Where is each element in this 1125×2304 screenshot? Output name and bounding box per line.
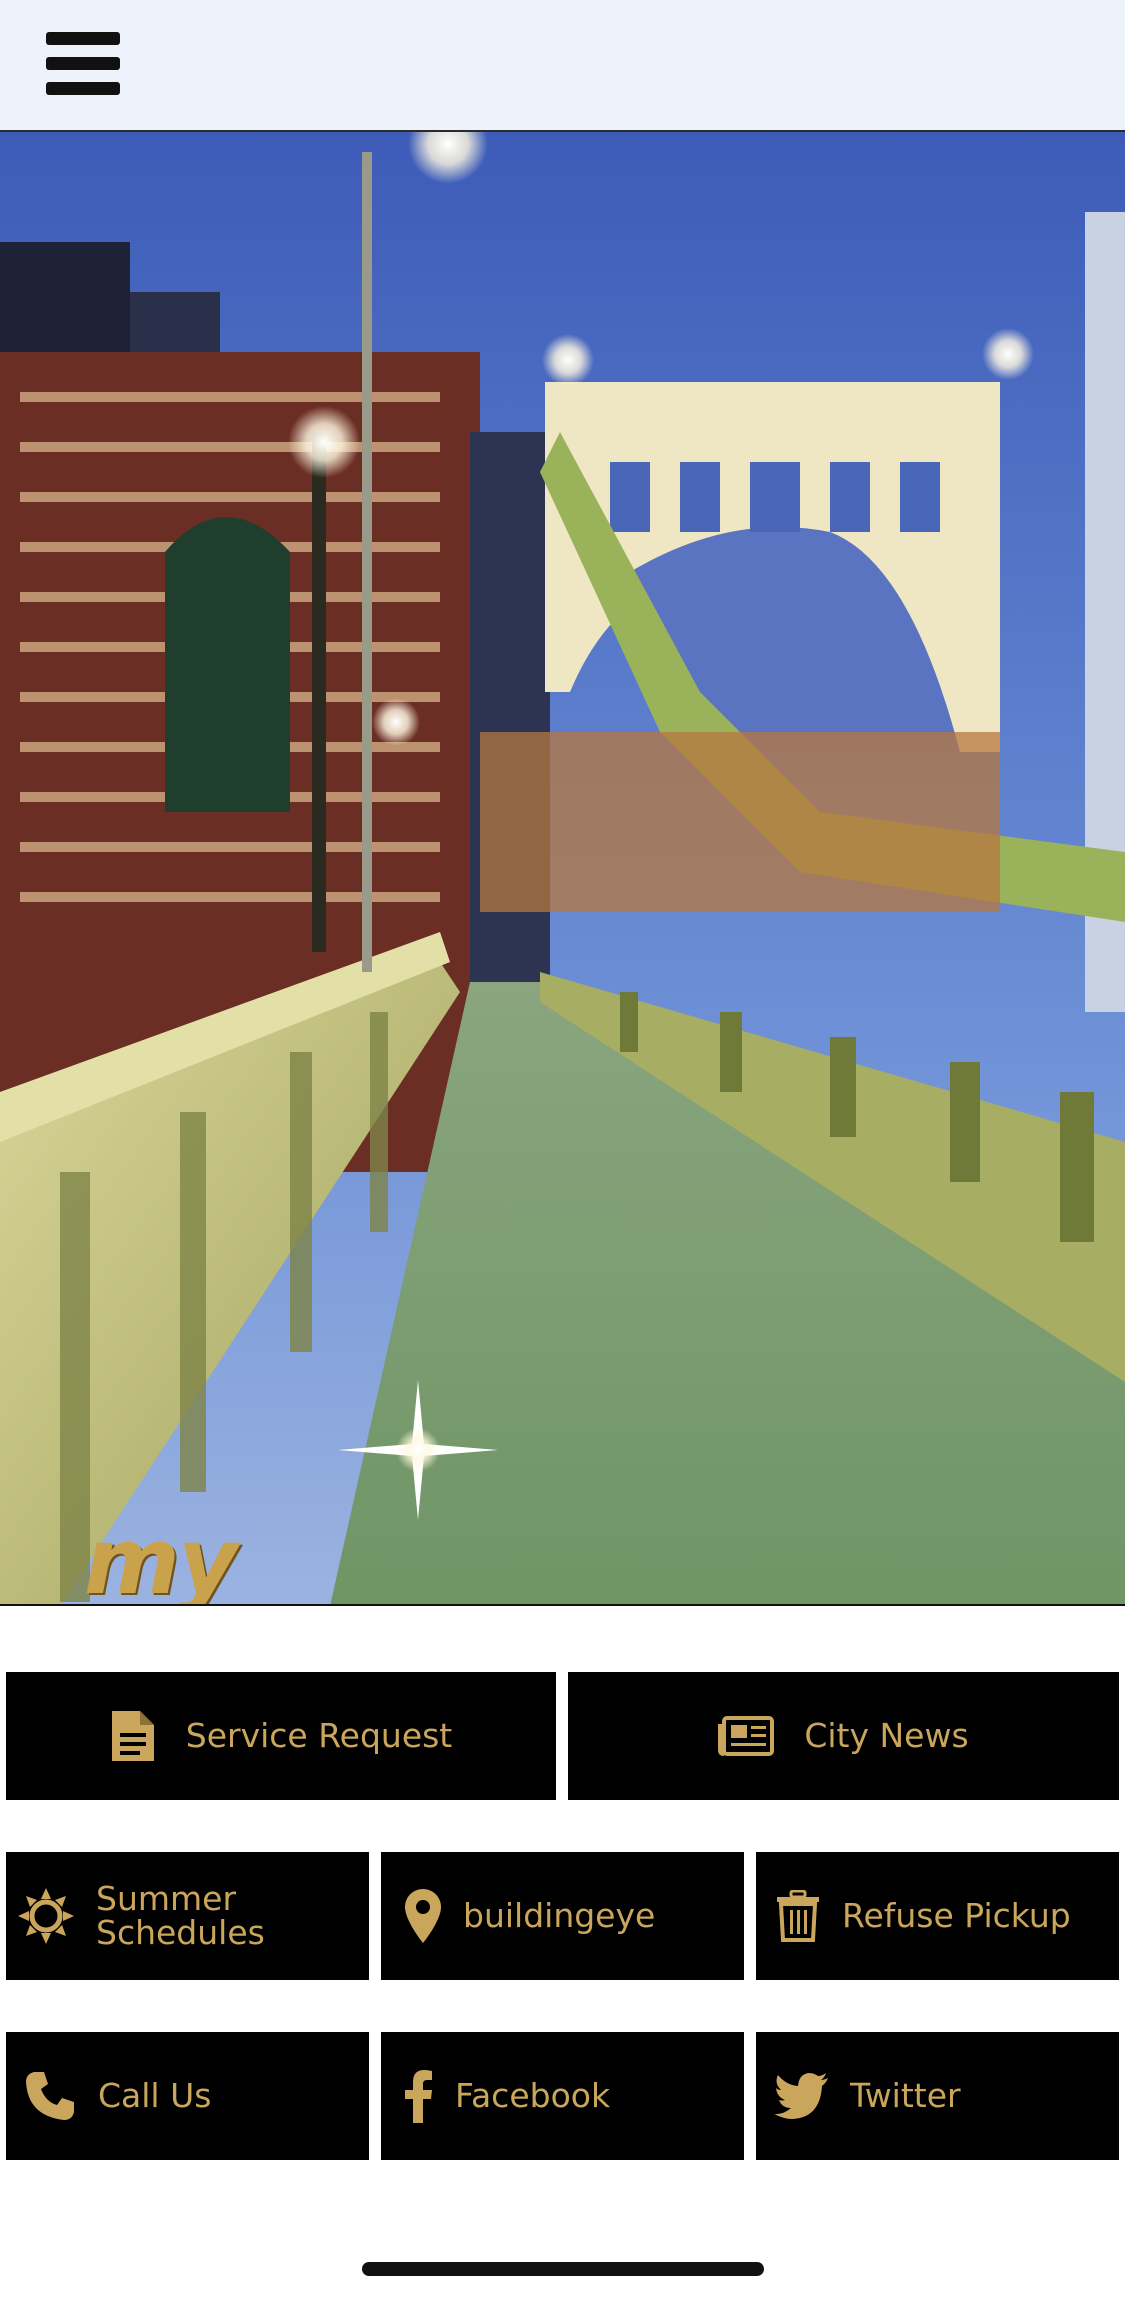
refuse-pickup-button[interactable]: Refuse Pickup: [756, 1852, 1119, 1980]
twitter-button[interactable]: Twitter: [756, 2032, 1119, 2160]
refuse-pickup-label: Refuse Pickup: [842, 1896, 1071, 1935]
document-icon: [110, 1709, 156, 1763]
city-news-button[interactable]: City News: [568, 1672, 1119, 1800]
service-request-button[interactable]: Service Request: [6, 1672, 556, 1800]
buildingeye-button[interactable]: buildingeye: [381, 1852, 744, 1980]
logo-text-burgh: Burgh: [180, 1588, 531, 1604]
map-pin-icon: [393, 1889, 441, 1943]
myburgh-logo: my Burgh: [80, 1370, 531, 1604]
facebook-label: Facebook: [455, 2076, 611, 2115]
call-us-label: Call Us: [98, 2076, 212, 2115]
facebook-icon: [393, 2069, 433, 2123]
newspaper-icon: [718, 1716, 775, 1756]
call-us-button[interactable]: Call Us: [6, 2032, 369, 2160]
buildingeye-label: buildingeye: [463, 1896, 656, 1935]
home-indicator[interactable]: [362, 2262, 764, 2276]
hamburger-menu-icon[interactable]: [46, 30, 122, 96]
phone-icon: [18, 2070, 76, 2122]
city-news-label: City News: [804, 1716, 969, 1755]
summer-schedules-button[interactable]: Summer Schedules: [6, 1852, 369, 1980]
trash-icon: [768, 1890, 820, 1942]
top-bar: [0, 0, 1125, 132]
app-screen: my Burgh Service Request: [0, 0, 1125, 2304]
sun-icon: [18, 1888, 74, 1944]
summer-schedules-label: Summer Schedules: [96, 1879, 265, 1952]
facebook-button[interactable]: Facebook: [381, 2032, 744, 2160]
twitter-icon: [768, 2073, 828, 2119]
service-request-label: Service Request: [185, 1716, 453, 1755]
hero-image: my Burgh: [0, 132, 1125, 1606]
twitter-label: Twitter: [850, 2076, 961, 2115]
